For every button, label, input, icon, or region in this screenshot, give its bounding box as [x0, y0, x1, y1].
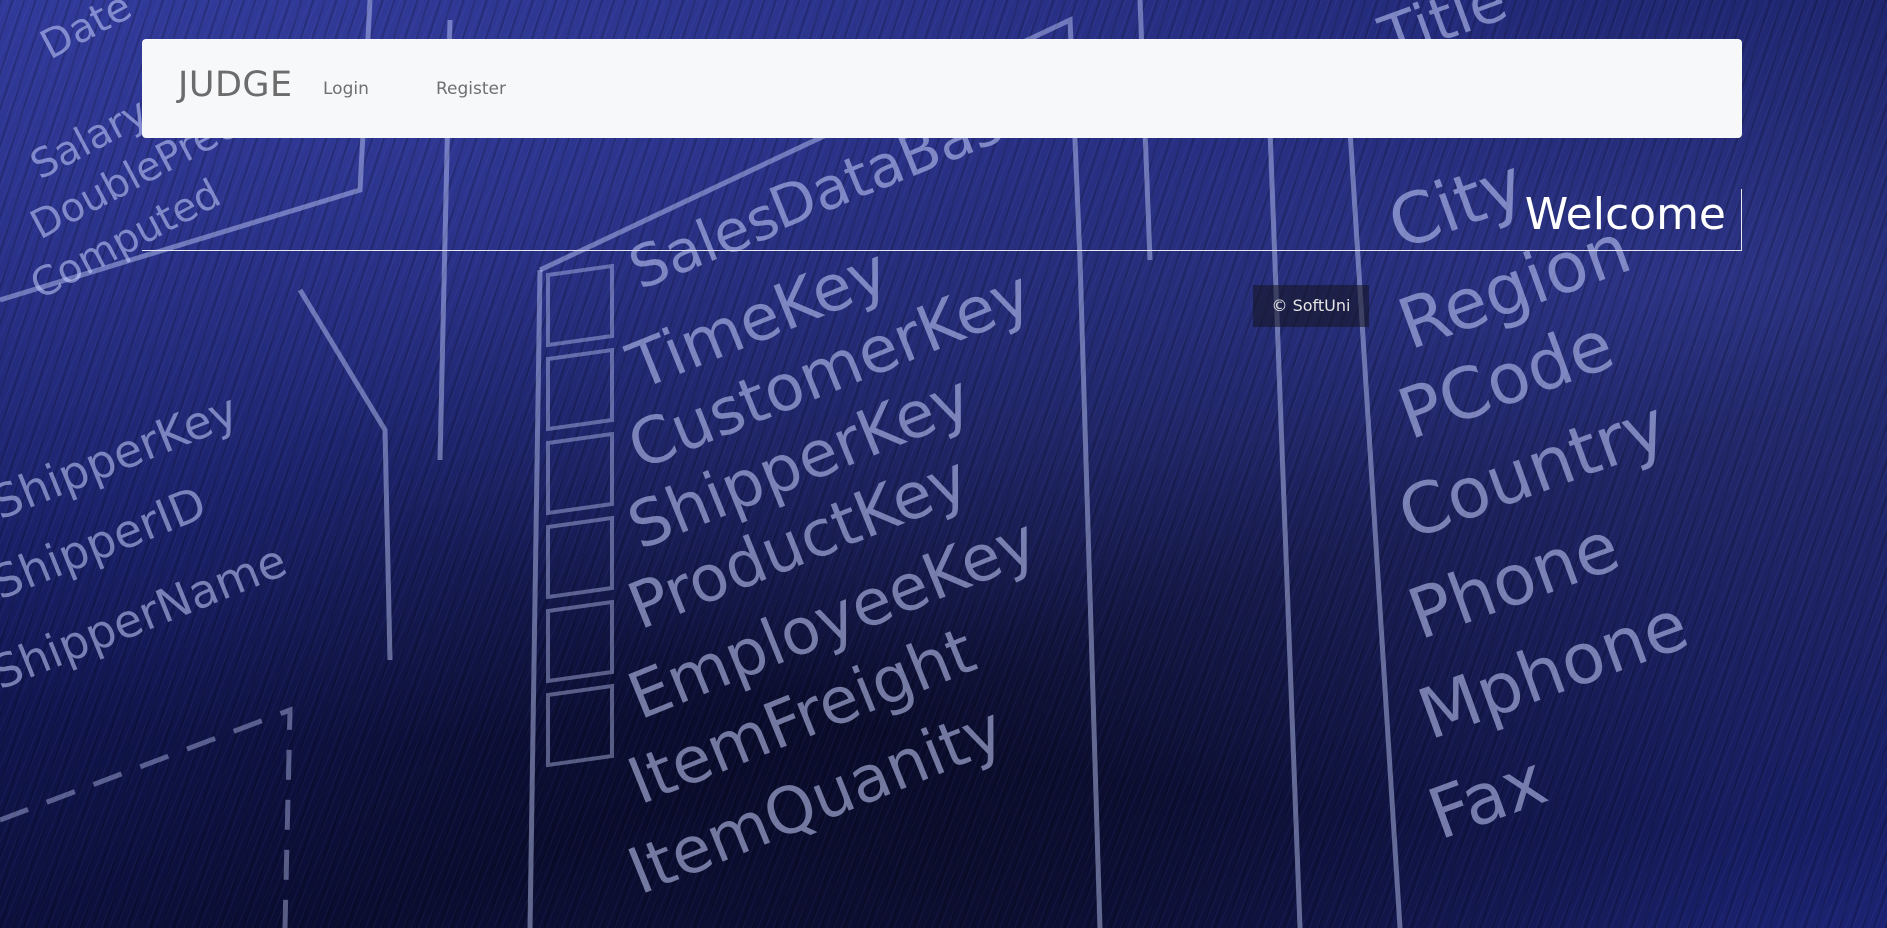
register-link[interactable]: Register	[436, 79, 506, 99]
brand-logo[interactable]: JUDGE	[178, 65, 293, 105]
background-word: PCode	[1388, 303, 1624, 456]
background-word: ShipperName	[0, 533, 294, 700]
background-word: Phone	[1398, 505, 1630, 656]
background-word: Salary	[23, 89, 156, 189]
background-word: ProductKey	[618, 442, 979, 645]
background-word: CustomerKey	[618, 256, 1042, 485]
background-word: ItemFreight	[618, 614, 985, 820]
background-word: ShipperKey	[618, 361, 981, 565]
background-word: ItemQuanity	[618, 692, 1014, 909]
footer-copyright: © SoftUni	[1253, 285, 1369, 327]
login-link[interactable]: Login	[323, 79, 369, 99]
background-word: Date	[33, 0, 139, 69]
welcome-section: Welcome	[142, 189, 1742, 251]
background-word: Country	[1388, 384, 1677, 556]
background-texture	[0, 0, 1887, 928]
background-word: TimeKey	[617, 234, 898, 405]
background-word: Fax	[1418, 739, 1557, 856]
background-database-diagram: Sales DataBase TimeKey CustomerKey Shipp…	[0, 0, 1699, 928]
background-word: ShipperID	[0, 476, 213, 611]
page-title: Welcome	[1524, 189, 1726, 240]
background-word: EmployeeKey	[618, 504, 1047, 735]
background-word: ShipperKey	[0, 383, 245, 531]
background-word: Mphone	[1408, 583, 1699, 756]
top-navbar: JUDGE Login Register	[142, 39, 1742, 138]
